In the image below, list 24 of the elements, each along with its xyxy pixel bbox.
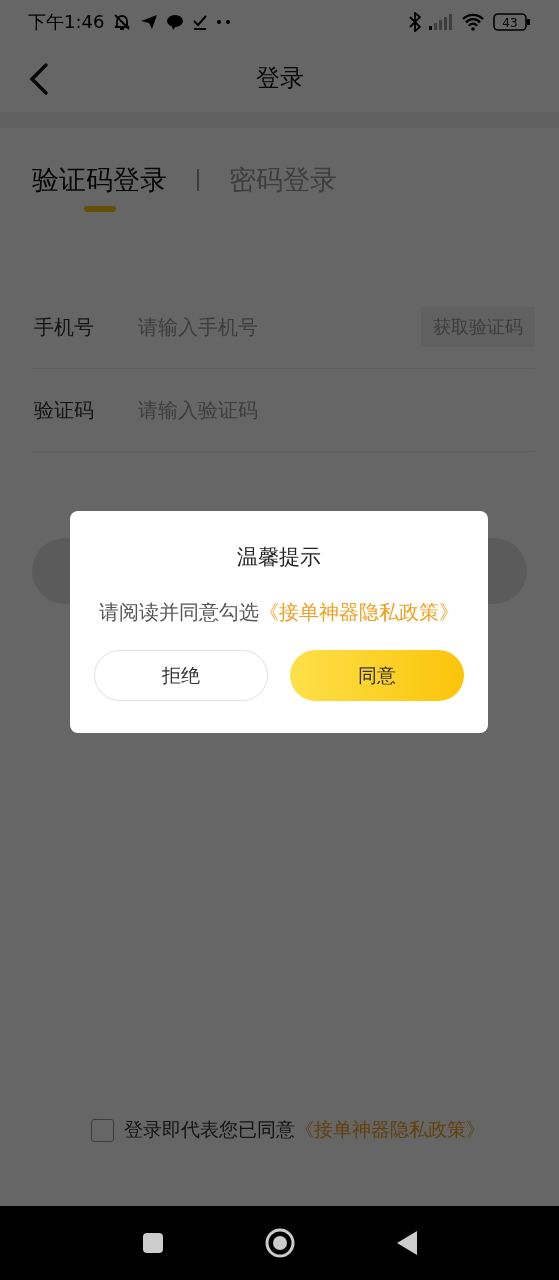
field-label: 手机号	[33, 313, 95, 341]
agree-button[interactable]: 同意	[290, 650, 464, 701]
dialog-title: 温馨提示	[237, 544, 321, 571]
more-icon	[216, 19, 233, 25]
agreement-text: 登录即代表您已同意《接单神器隐私政策》	[123, 1117, 485, 1142]
wifi-icon	[461, 13, 485, 31]
agree-checkbox[interactable]	[90, 1118, 114, 1142]
back-icon[interactable]	[28, 62, 50, 96]
back-triangle-icon[interactable]	[395, 1230, 418, 1256]
square-icon[interactable]	[141, 1232, 164, 1254]
page-title: 登录	[255, 63, 304, 94]
home-icon[interactable]	[263, 1227, 296, 1259]
decline-button[interactable]: 拒绝	[94, 650, 268, 701]
signal-icon	[429, 14, 453, 30]
chat-icon	[166, 14, 185, 30]
send-icon	[140, 13, 159, 31]
status-time: 下午1:46	[28, 10, 105, 34]
bluetooth-icon	[409, 12, 421, 32]
login-tab[interactable]: 验证码登录	[32, 160, 167, 200]
check-icon	[192, 14, 209, 30]
dialog-message: 请阅读并同意勾选《接单神器隐私政策》	[99, 599, 459, 626]
privacy-link[interactable]: 《接单神器隐私政策》	[259, 600, 459, 624]
field-label: 验证码	[33, 396, 95, 424]
privacy-link[interactable]: 《接单神器隐私政策》	[294, 1118, 485, 1140]
